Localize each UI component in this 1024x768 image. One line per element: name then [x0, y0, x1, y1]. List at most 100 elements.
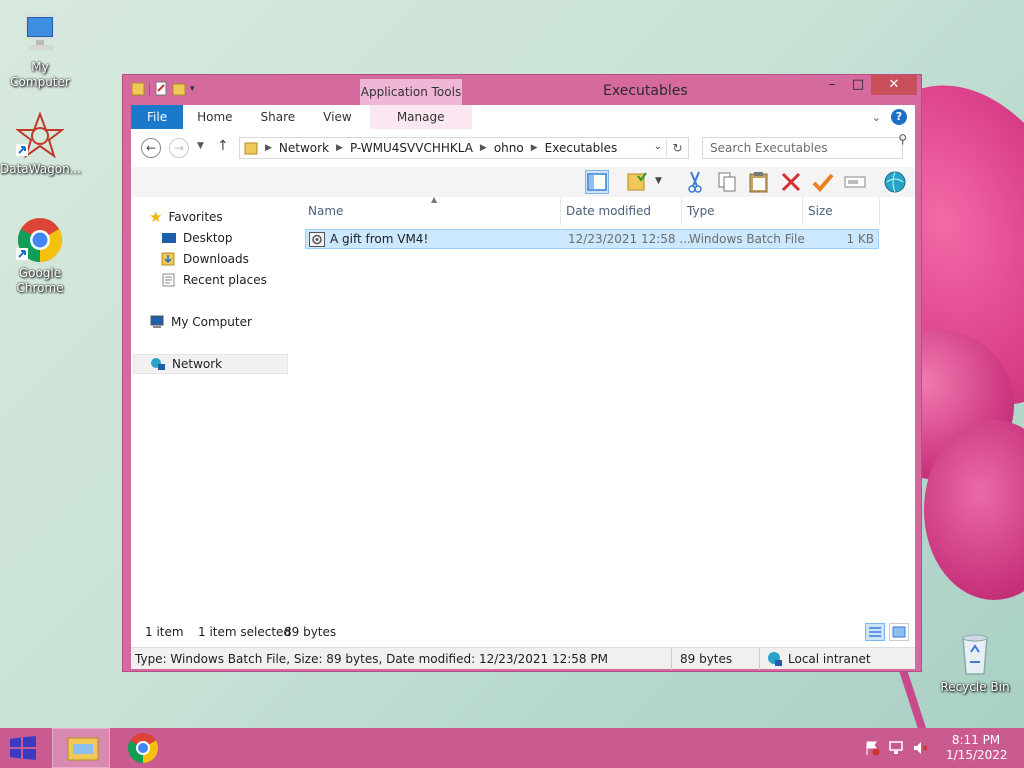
desktop-icon-google-chrome[interactable]: Google Chrome [0, 216, 80, 296]
tab-home[interactable]: Home [183, 105, 246, 129]
new-folder-icon[interactable] [172, 81, 186, 97]
desktop-icon [161, 231, 177, 245]
close-button[interactable]: ✕ [871, 75, 917, 95]
help-icon[interactable]: ? [891, 109, 907, 125]
file-list: ▲ Name Date modified Type Size A gift fr… [303, 195, 915, 641]
delete-icon[interactable] [779, 170, 803, 194]
nav-recent-places[interactable]: Recent places [161, 270, 267, 290]
chrome-icon [16, 216, 64, 264]
breadcrumb-ohno[interactable]: ohno [494, 141, 524, 155]
refresh-icon[interactable]: ↻ [666, 138, 688, 158]
nav-my-computer[interactable]: My Computer [149, 312, 252, 332]
file-name: A gift from VM4! [330, 232, 429, 246]
up-button[interactable]: ↑ [217, 138, 229, 154]
desktop-icon-datawagon[interactable]: DataWagon... [0, 111, 81, 177]
taskbar-file-explorer[interactable] [52, 728, 110, 768]
window-controls: – □ ✕ [819, 75, 917, 95]
rename-check-icon[interactable] [811, 170, 835, 194]
minimize-button[interactable]: – [819, 75, 845, 95]
paste-icon[interactable] [747, 170, 771, 194]
navigation-pane: ★ Favorites Desktop Downloads Recent pla… [131, 197, 291, 641]
status-summary: 1 item 1 item selected 89 bytes [131, 619, 915, 647]
desktop-icon-my-computer[interactable]: My Computer [0, 10, 80, 90]
folder-properties-icon[interactable] [626, 170, 650, 194]
copy-icon[interactable] [715, 170, 739, 194]
explorer-window: ▾ Application Tools Executables – □ ✕ Fi… [122, 74, 922, 672]
nav-downloads[interactable]: Downloads [161, 249, 249, 269]
network-globe-icon[interactable] [883, 170, 907, 194]
desktop-icon-recycle-bin[interactable]: Recycle Bin [935, 630, 1015, 695]
clock-time: 8:11 PM [951, 733, 1001, 747]
expand-ribbon-icon[interactable]: ⌄ [872, 111, 881, 124]
qat-dropdown-icon[interactable]: ▾ [190, 84, 195, 94]
large-icons-view-icon[interactable] [889, 623, 909, 641]
nav-desktop[interactable]: Desktop [161, 228, 233, 248]
ribbon-help-area: ⌄ ? [872, 109, 907, 125]
network-tray-icon[interactable] [888, 740, 904, 756]
action-center-flag-icon[interactable] [864, 740, 880, 756]
details-text: Type: Windows Batch File, Size: 89 bytes… [135, 652, 608, 666]
computer-icon [149, 315, 165, 329]
details-bar: Type: Windows Batch File, Size: 89 bytes… [131, 647, 915, 670]
column-header-size[interactable]: Size [803, 197, 880, 225]
cut-icon[interactable] [683, 170, 707, 194]
column-header-name[interactable]: Name [303, 197, 561, 225]
address-dropdown-icon[interactable]: ⌄ [654, 141, 662, 152]
computer-icon [16, 10, 64, 58]
details-size: 89 bytes [680, 652, 733, 666]
address-input[interactable]: ▶ Network ▶ P-WMU4SVVCHHKLA ▶ ohno ▶ Exe… [239, 137, 689, 159]
maximize-button[interactable]: □ [845, 75, 871, 95]
taskbar-google-chrome[interactable] [114, 728, 172, 768]
ribbon-tabs: File Home Share View Manage ⌄ ? [131, 105, 915, 129]
column-header-type[interactable]: Type [682, 197, 803, 225]
breadcrumb-network[interactable]: Network [279, 141, 329, 155]
column-header-date-modified[interactable]: Date modified [561, 197, 682, 225]
dropdown-icon[interactable]: ▼ [655, 176, 662, 186]
recent-places-icon [161, 273, 177, 287]
divider [759, 648, 760, 670]
tab-view[interactable]: View [309, 105, 365, 129]
recycle-bin-icon [951, 630, 999, 678]
search-icon[interactable]: ⚲ [898, 132, 907, 146]
security-zone: Local intranet [788, 652, 871, 666]
start-button[interactable] [8, 736, 38, 760]
title-bar[interactable]: ▾ Application Tools Executables – □ ✕ [123, 75, 921, 105]
search-input[interactable]: Search Executables [702, 137, 903, 159]
properties-icon[interactable] [154, 81, 168, 97]
table-row[interactable]: A gift from VM4! 12/23/2021 12:58 ... Wi… [305, 229, 879, 249]
command-toolbar: ▼ [131, 167, 915, 197]
downloads-icon [161, 252, 177, 266]
file-type: Windows Batch File [689, 232, 805, 246]
nav-favorites[interactable]: ★ Favorites [149, 207, 223, 227]
address-bar-row: ← → ▼ ↑ ▶ Network ▶ P-WMU4SVVCHHKLA ▶ oh… [131, 129, 915, 167]
star-icon: ★ [149, 208, 163, 226]
batch-file-icon [309, 232, 325, 247]
chevron-right-icon: ▶ [530, 143, 538, 153]
chevron-right-icon: ▶ [336, 143, 343, 153]
rename-icon[interactable] [843, 170, 867, 194]
file-explorer-icon [67, 737, 99, 761]
tab-manage[interactable]: Manage [369, 105, 472, 129]
preview-pane-icon[interactable] [585, 170, 609, 194]
clock-date: 1/15/2022 [946, 748, 1008, 762]
details-view-icon[interactable] [865, 623, 885, 641]
breadcrumb-executables[interactable]: Executables [545, 141, 618, 155]
tab-share[interactable]: Share [247, 105, 310, 129]
divider [671, 648, 672, 670]
taskbar: 8:11 PM 1/15/2022 [0, 728, 1024, 768]
breadcrumb-host[interactable]: P-WMU4SVVCHHKLA [350, 141, 473, 155]
windows-logo-icon [10, 736, 36, 760]
chevron-right-icon: ▶ [479, 143, 487, 153]
nav-network[interactable]: Network [133, 354, 288, 374]
back-button[interactable]: ← [141, 138, 161, 158]
forward-button[interactable]: → [169, 138, 189, 158]
clock[interactable]: 8:11 PM 1/15/2022 [946, 733, 1008, 763]
recent-locations-icon[interactable]: ▼ [197, 141, 204, 151]
file-size: 1 KB [846, 232, 874, 246]
tab-file[interactable]: File [131, 105, 184, 129]
content-area: ★ Favorites Desktop Downloads Recent pla… [131, 195, 915, 641]
window-title: Executables [603, 83, 688, 99]
application-tools-header: Application Tools [360, 79, 462, 105]
system-tray: 8:11 PM 1/15/2022 [864, 728, 1024, 768]
volume-muted-icon[interactable] [912, 740, 928, 756]
